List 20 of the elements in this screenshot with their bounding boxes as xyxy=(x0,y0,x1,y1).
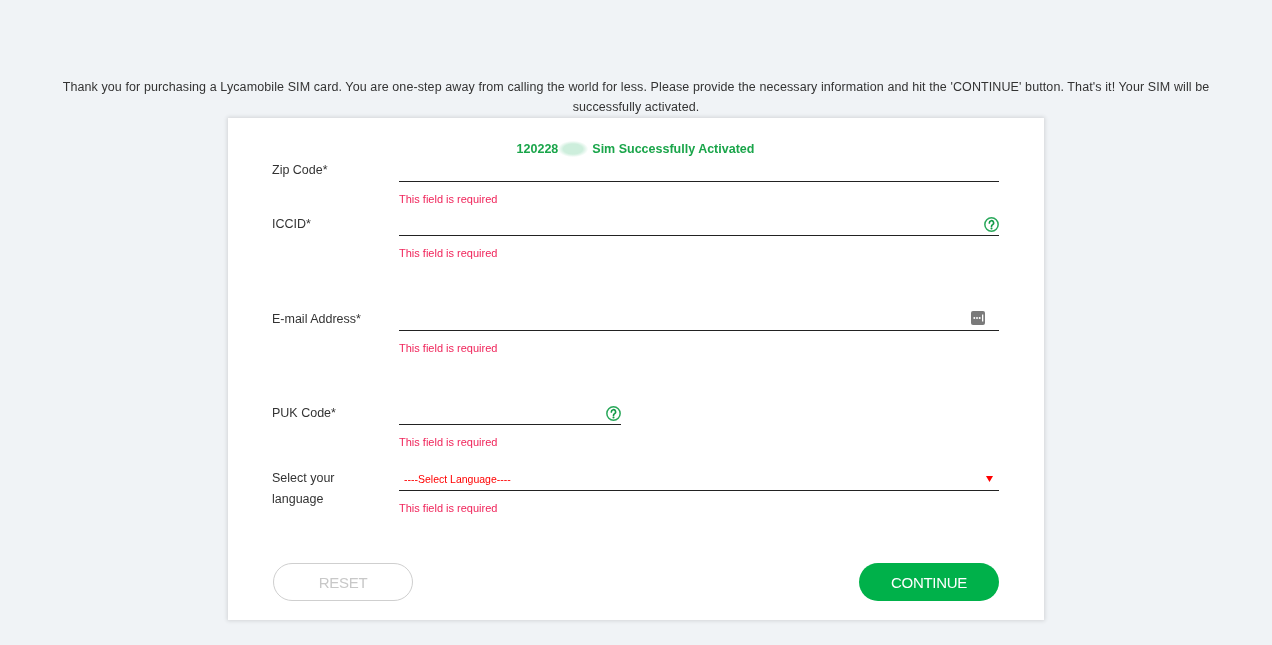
field-label: Zip Code* xyxy=(272,162,329,179)
field-label: PUK Code* xyxy=(272,405,337,422)
caret-icon xyxy=(986,476,993,482)
language-select[interactable]: ----Select Language---- xyxy=(399,468,999,491)
help-icon[interactable] xyxy=(984,216,999,232)
error-message: This field is required xyxy=(399,435,499,450)
field-label: ICCID* xyxy=(272,216,312,233)
intro-text: Thank you for purchasing a Lycamobile SIM card. You are one-step away from calling the world for less. Please provide the necessary information and hit the 'CONTINUE' button. That's it! Your SIM will be successfully activated. xyxy=(61,79,1211,116)
error-message: This field is required xyxy=(399,341,499,356)
field-label: Select your language xyxy=(272,470,336,508)
continue-button[interactable]: CONTINUE xyxy=(859,563,999,601)
input-field[interactable] xyxy=(399,308,999,331)
status-message: Sim Successfully Activated xyxy=(592,142,755,156)
sim-number: 120228 xyxy=(516,142,559,156)
help-icon[interactable] xyxy=(606,405,621,421)
error-message: This field is required xyxy=(399,192,499,207)
error-message: This field is required xyxy=(399,501,499,516)
error-message: This field is required xyxy=(399,246,499,261)
field-label: E-mail Address* xyxy=(272,311,362,328)
ellipsis-icon[interactable] xyxy=(971,311,985,325)
